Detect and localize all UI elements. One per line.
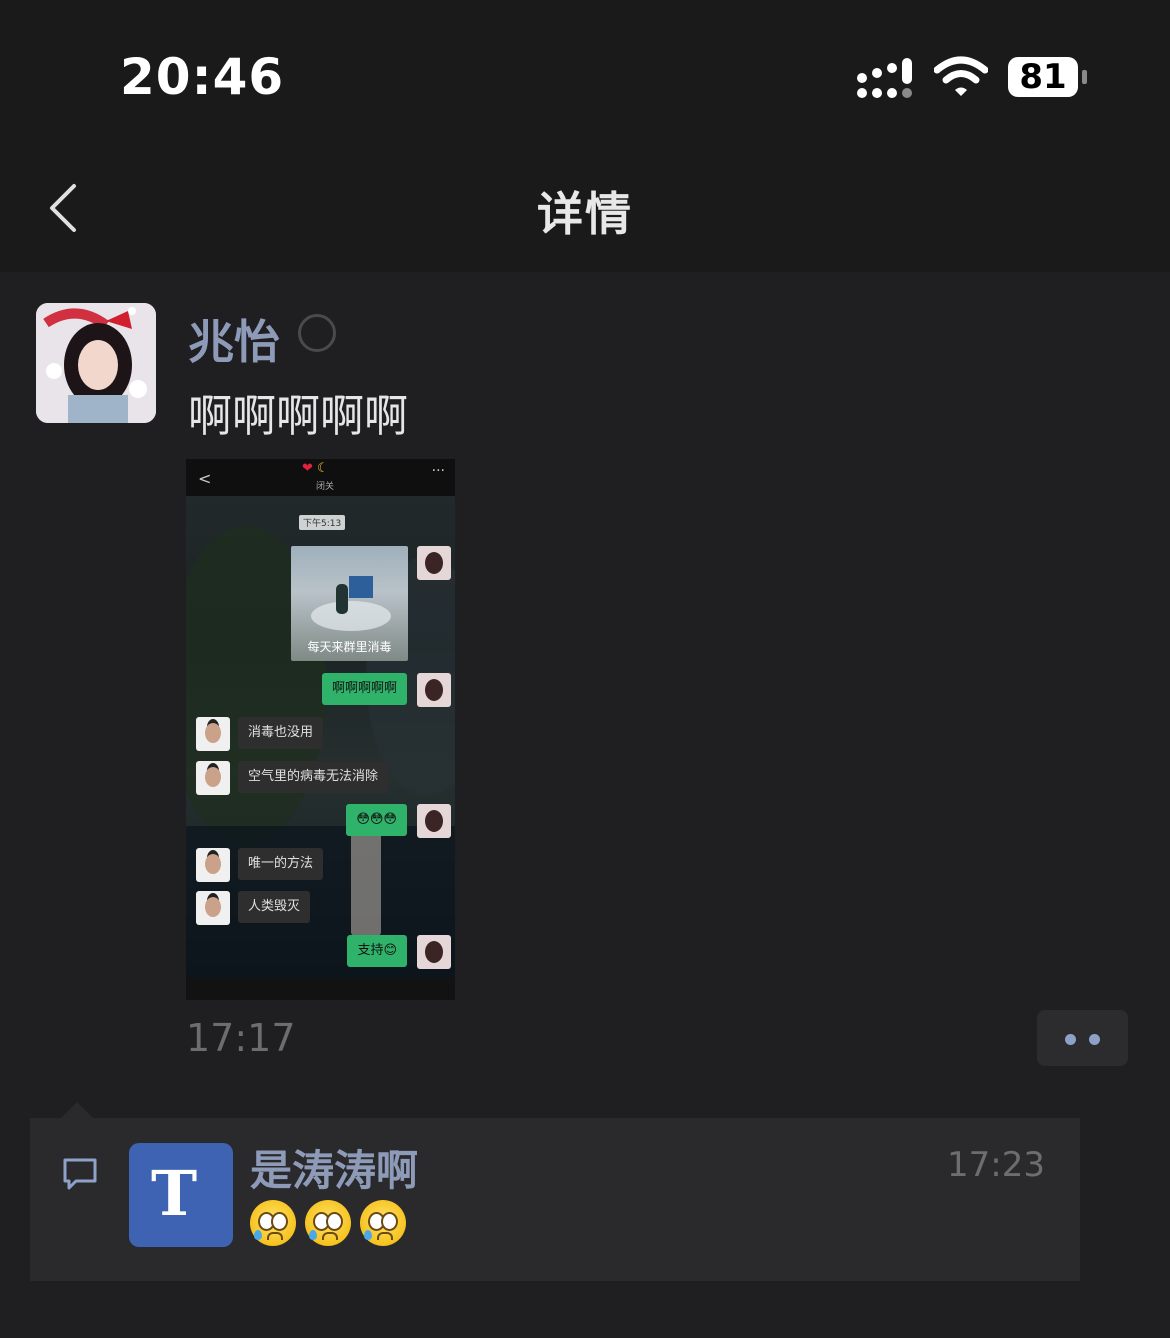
chat-bubble: 唯一的方法 [238, 848, 324, 880]
chat-avatar [196, 717, 230, 751]
status-bar: 20:46 81 [0, 0, 1170, 140]
commenter-name[interactable]: 是涛涛啊 [250, 1137, 418, 1198]
comment-content [250, 1200, 410, 1250]
chat-avatar [417, 673, 451, 707]
chat-status: 闭关 [316, 482, 335, 492]
cellular-signal-icon [857, 58, 912, 98]
chat-more-icon: ··· [431, 463, 445, 479]
chat-header: < ❤ ☾ 闭关 ··· [186, 459, 455, 496]
navigation-bar: 详情 [0, 140, 1170, 272]
post-image[interactable]: < ❤ ☾ 闭关 ··· 下午5:13 每天来群里消毒 啊啊啊啊啊 消毒也没用 … [186, 459, 455, 1000]
chat-avatar [417, 935, 451, 969]
wifi-icon [934, 56, 988, 96]
heart-moon-icon: ❤ ☾ [302, 461, 329, 476]
chat-bubble: 人类毁灭 [238, 891, 311, 923]
status-time: 20:46 [120, 48, 285, 106]
author-name[interactable]: 兆怡 [188, 306, 280, 372]
chat-bubble: 😳😳😳 [346, 804, 407, 836]
battery-level: 81 [1019, 57, 1067, 97]
chat-bubble: 啊啊啊啊啊 [321, 673, 407, 705]
chat-avatar [196, 891, 230, 925]
chat-bubble: 空气里的病毒无法消除 [238, 761, 389, 793]
author-avatar[interactable] [36, 303, 156, 423]
pleading-sweat-face-icon [360, 1200, 407, 1246]
comment-icon [63, 1158, 97, 1190]
chat-avatar [196, 848, 230, 882]
commenter-avatar-text: T [151, 1157, 198, 1230]
chat-input-bar [186, 978, 455, 1000]
chat-bubble: 消毒也没用 [238, 717, 324, 749]
chat-avatar [196, 761, 230, 795]
loading-spinner-icon [298, 314, 336, 352]
chat-back-icon: < [198, 469, 212, 488]
more-actions-button[interactable] [1037, 1010, 1128, 1066]
battery-icon: 81 [1008, 57, 1087, 99]
chat-image-caption: 每天来群里消毒 [307, 640, 392, 654]
chat-image: 每天来群里消毒 [291, 546, 408, 661]
comment-time: 17:23 [947, 1145, 1045, 1185]
commenter-avatar[interactable]: T [129, 1143, 233, 1247]
page-title: 详情 [537, 187, 633, 241]
chat-avatar [417, 546, 451, 580]
comment-caret [60, 1102, 94, 1119]
chat-timestamp: 下午5:13 [299, 515, 346, 530]
post-text: 啊啊啊啊啊 [188, 391, 408, 442]
chat-avatar [417, 804, 451, 838]
pleading-sweat-face-icon [305, 1200, 352, 1246]
chat-bubble: 支持😊 [347, 935, 407, 967]
pleading-sweat-face-icon [250, 1200, 296, 1246]
post-time: 17:17 [186, 1016, 296, 1060]
